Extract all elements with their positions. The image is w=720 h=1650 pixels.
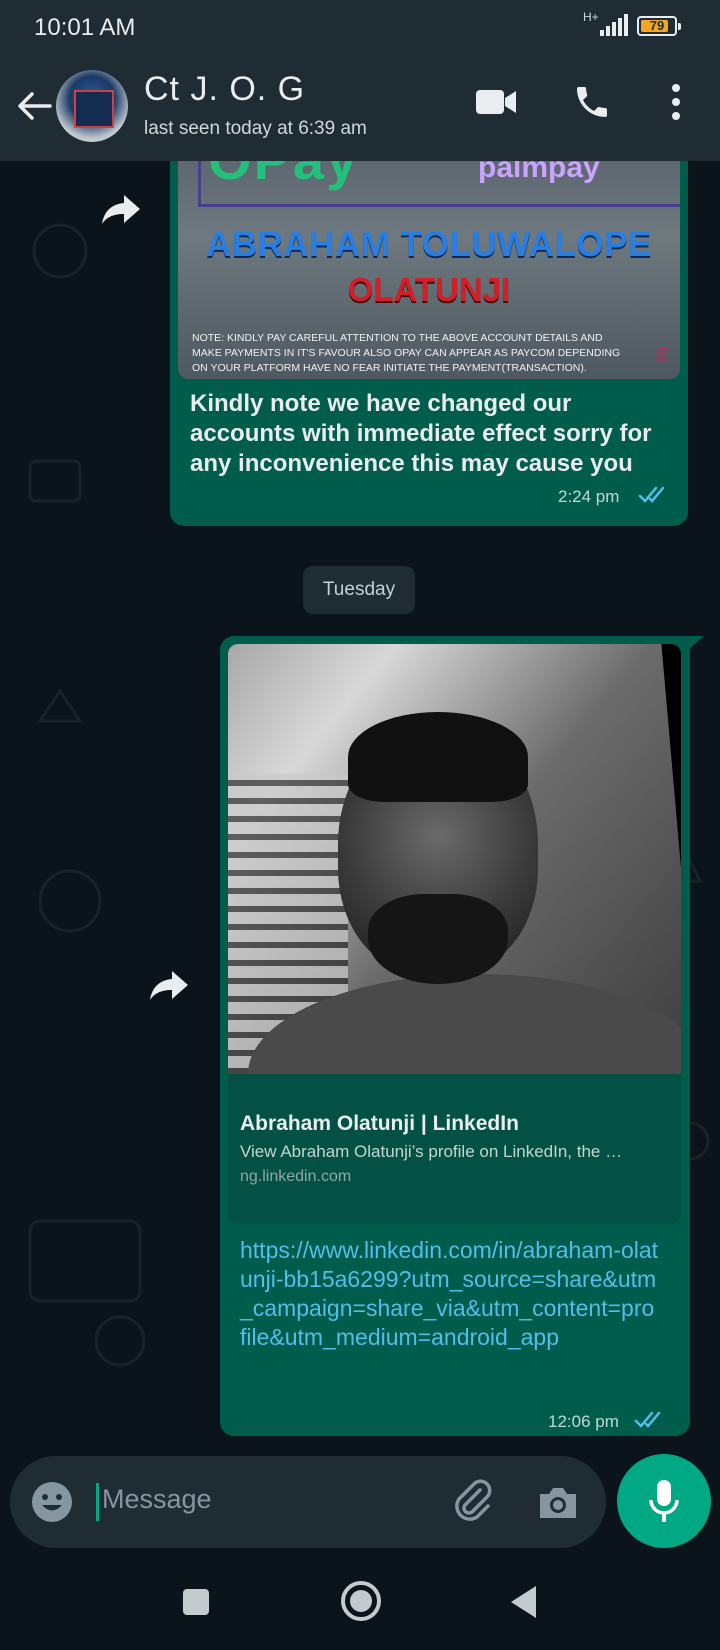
text-cursor	[96, 1483, 99, 1521]
message-text: Kindly note we have changed our accounts…	[190, 390, 652, 477]
message-bubble[interactable]: Abraham Olatunji | LinkedIn View Abraham…	[220, 636, 704, 1436]
account-name-line2: OLATUNJI	[347, 271, 511, 308]
home-icon[interactable]	[340, 1580, 382, 1622]
camera-icon[interactable]	[536, 1480, 580, 1524]
attach-icon[interactable]	[450, 1478, 496, 1524]
double-check-icon	[638, 486, 665, 503]
account-name-line1: ABRAHAM TOLUWALOPE	[206, 225, 652, 264]
forward-icon[interactable]	[148, 967, 190, 1003]
mic-icon	[649, 1480, 679, 1522]
network-type: H+	[583, 10, 599, 24]
status-bar: 10:01 AM H+ 79	[0, 0, 720, 56]
recent-apps-icon[interactable]	[180, 1586, 212, 1618]
chat-header: Ct J. O. G last seen today at 6:39 am	[0, 56, 720, 161]
profile-photo-preview[interactable]	[228, 644, 681, 1074]
message-time: 2:24 pm	[558, 487, 620, 506]
battery-icon: 79	[637, 16, 681, 36]
more-options-icon[interactable]	[666, 82, 686, 122]
opay-logo: OPay	[208, 161, 359, 192]
message-link[interactable]: https://www.linkedin.com/in/abraham-olat…	[240, 1236, 660, 1352]
double-check-icon	[634, 1411, 661, 1428]
message-input[interactable]: Message	[102, 1484, 212, 1515]
voice-record-button[interactable]	[617, 1454, 711, 1548]
battery-level: 79	[649, 18, 665, 33]
system-nav-bar	[0, 1560, 720, 1650]
message-bubble[interactable]: OPay palmpay ABRAHAM TOLUWALOPE OLATUNJI…	[170, 161, 688, 526]
contact-last-seen: last seen today at 6:39 am	[144, 118, 367, 139]
back-nav-icon[interactable]	[508, 1584, 540, 1620]
chat-area[interactable]: OPay palmpay ABRAHAM TOLUWALOPE OLATUNJI…	[0, 161, 720, 1451]
payment-image[interactable]: OPay palmpay ABRAHAM TOLUWALOPE OLATUNJI…	[178, 161, 680, 379]
signature-mark: ß	[655, 345, 668, 367]
status-time: 10:01 AM	[34, 14, 136, 41]
emoji-icon[interactable]	[30, 1480, 74, 1524]
message-time: 12:06 pm	[548, 1412, 619, 1431]
date-divider: Tuesday	[303, 566, 415, 614]
contact-name[interactable]: Ct J. O. G	[144, 70, 305, 109]
link-preview-card[interactable]: Abraham Olatunji | LinkedIn View Abraham…	[228, 1074, 681, 1224]
link-preview-domain: ng.linkedin.com	[240, 1168, 352, 1185]
link-preview-title: Abraham Olatunji | LinkedIn	[240, 1112, 519, 1135]
back-arrow-icon[interactable]	[14, 86, 54, 126]
bubble-tail	[688, 636, 704, 650]
contact-avatar[interactable]	[56, 70, 128, 142]
message-composer[interactable]: Message	[10, 1456, 606, 1548]
link-preview-description: View Abraham Olatunji’s profile on Linke…	[240, 1142, 623, 1161]
forward-icon[interactable]	[100, 191, 142, 227]
video-call-icon[interactable]	[474, 86, 518, 118]
voice-call-icon[interactable]	[572, 82, 612, 122]
palmpay-logo: palmpay	[478, 161, 600, 184]
payment-note: NOTE: Kindly pay careful attention to th…	[192, 332, 621, 374]
